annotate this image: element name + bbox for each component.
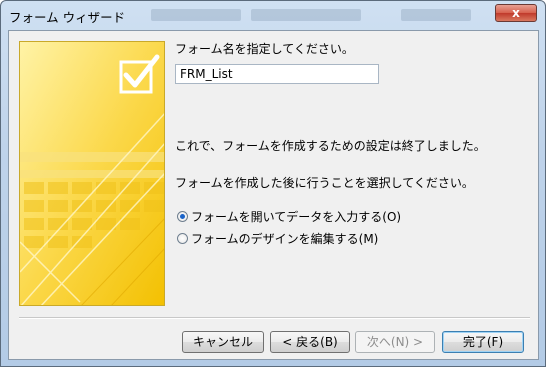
title-bar[interactable]: フォーム ウィザード x: [1, 1, 545, 31]
wizard-body: フォーム名を指定してください。 これで、フォームを作成するための設定は終了しまし…: [8, 30, 539, 360]
window-title: フォーム ウィザード: [9, 10, 126, 25]
form-name-prompt: フォーム名を指定してください。: [175, 42, 354, 56]
completion-message: これで、フォームを作成するための設定は終了しました。: [175, 139, 486, 153]
radio-unselected-icon[interactable]: [177, 232, 188, 244]
next-button[interactable]: 次へ(N) >: [355, 331, 435, 353]
background-window-title: [251, 9, 361, 21]
background-window-title: [151, 9, 241, 21]
radio-design-form-label[interactable]: フォームのデザインを編集する(M): [191, 230, 378, 247]
wizard-illustration: [19, 41, 165, 306]
radio-selected-icon[interactable]: [177, 210, 188, 222]
background-window-title: [401, 9, 471, 21]
back-button[interactable]: < 戻る(B): [270, 331, 350, 353]
close-button[interactable]: x: [495, 4, 537, 22]
radio-design-form[interactable]: フォームのデザインを編集する(M): [177, 229, 378, 247]
cancel-button[interactable]: キャンセル: [182, 331, 264, 353]
form-wizard-art-icon: [20, 42, 164, 305]
wizard-window: フォーム ウィザード x フォーム名を指定してください。 FRM_List これ…: [0, 0, 546, 367]
button-divider: [19, 317, 530, 319]
radio-open-form-label[interactable]: フォームを開いてデータを入力する(O): [191, 208, 401, 225]
radio-open-form[interactable]: フォームを開いてデータを入力する(O): [177, 207, 401, 225]
finish-button[interactable]: 完了(F): [442, 331, 524, 353]
next-action-question: フォームを作成した後に行うことを選択してください。: [175, 176, 474, 190]
form-name-input[interactable]: [175, 64, 379, 84]
